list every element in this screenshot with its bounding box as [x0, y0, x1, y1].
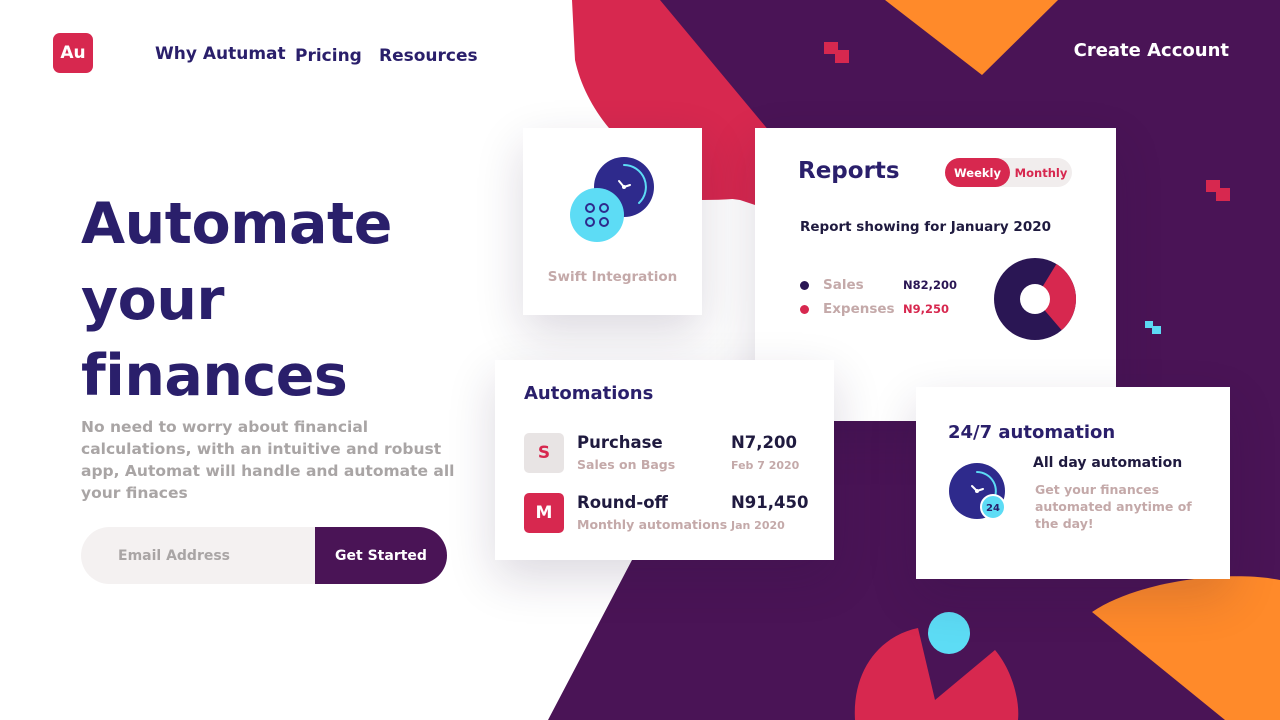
signup-form: Get Started [81, 527, 447, 584]
nav-why-autumat[interactable]: Why Autumat [155, 44, 286, 64]
legend-expenses: Expenses N9,250 [800, 301, 949, 317]
automation-item-purchase[interactable]: S Purchase Sales on Bags N7,200 Feb 7 20… [524, 433, 814, 475]
legend-value: N9,250 [903, 302, 949, 316]
square-deco [1216, 188, 1230, 201]
cyan-circle-shape [928, 612, 970, 654]
automation-badge: S [524, 433, 564, 473]
legend-name: Expenses [823, 301, 895, 317]
toggle-weekly[interactable]: Weekly [945, 158, 1010, 187]
legend-name: Sales [823, 277, 864, 293]
hero-subtitle: No need to worry about financial calcula… [81, 418, 455, 502]
automation-amount: N7,200 [731, 433, 797, 452]
integration-icons [570, 157, 654, 242]
hero-title-line: finances [81, 343, 348, 409]
automation-badge: M [524, 493, 564, 533]
swift-integration-card: Swift Integration [523, 128, 702, 315]
automations-title: Automations [524, 383, 654, 404]
legend-value: N82,200 [903, 278, 958, 292]
grid-dots-icon [570, 188, 624, 242]
automation-name: Round-off [577, 493, 668, 512]
period-toggle: Weekly Monthly [945, 158, 1072, 187]
report-period: Report showing for January 2020 [800, 219, 1051, 235]
reports-title: Reports [798, 158, 900, 184]
automation-date: Feb 7 2020 [731, 459, 800, 472]
automation-date: Jan 2020 [731, 519, 785, 532]
logo[interactable]: Au [53, 33, 93, 73]
automation-desc: Sales on Bags [577, 457, 676, 472]
nav-pricing[interactable]: Pricing [295, 46, 362, 66]
sales-expenses-donut [994, 258, 1076, 340]
automation-item-round-off[interactable]: M Round-off Monthly automations N91,450 … [524, 493, 814, 535]
hero-title: Automate your finances [81, 186, 392, 414]
legend-dot-sales [800, 280, 809, 290]
toggle-monthly[interactable]: Monthly [1010, 166, 1072, 180]
automation-247-body: Get your finances automated anytime of t… [1035, 482, 1192, 531]
automation-247-heading: All day automation [1033, 455, 1183, 471]
create-account-link[interactable]: Create Account [1074, 40, 1229, 61]
clock-24-icon: 24 [949, 463, 1006, 520]
square-deco [835, 50, 849, 63]
square-deco [1152, 326, 1161, 334]
swift-integration-label: Swift Integration [547, 269, 678, 285]
nav-resources[interactable]: Resources [379, 46, 478, 66]
automation-amount: N91,450 [731, 493, 809, 512]
automation-name: Purchase [577, 433, 663, 452]
clock-24-badge: 24 [986, 503, 1000, 514]
get-started-button[interactable]: Get Started [315, 527, 447, 584]
email-input[interactable] [81, 527, 315, 584]
hero-title-line: Automate [81, 191, 392, 257]
hero-title-line: your [81, 267, 225, 333]
automation-247-card: 24/7 automation 24 All day automation Ge… [916, 387, 1230, 579]
automation-desc: Monthly automations [577, 517, 728, 532]
automations-card: Automations S Purchase Sales on Bags N7,… [495, 360, 834, 560]
legend-sales: Sales N82,200 [800, 277, 957, 293]
donut-hole [1020, 284, 1050, 314]
automation-247-title: 24/7 automation [948, 422, 1116, 443]
legend-dot-expenses [800, 304, 809, 314]
square-deco [1145, 321, 1153, 328]
